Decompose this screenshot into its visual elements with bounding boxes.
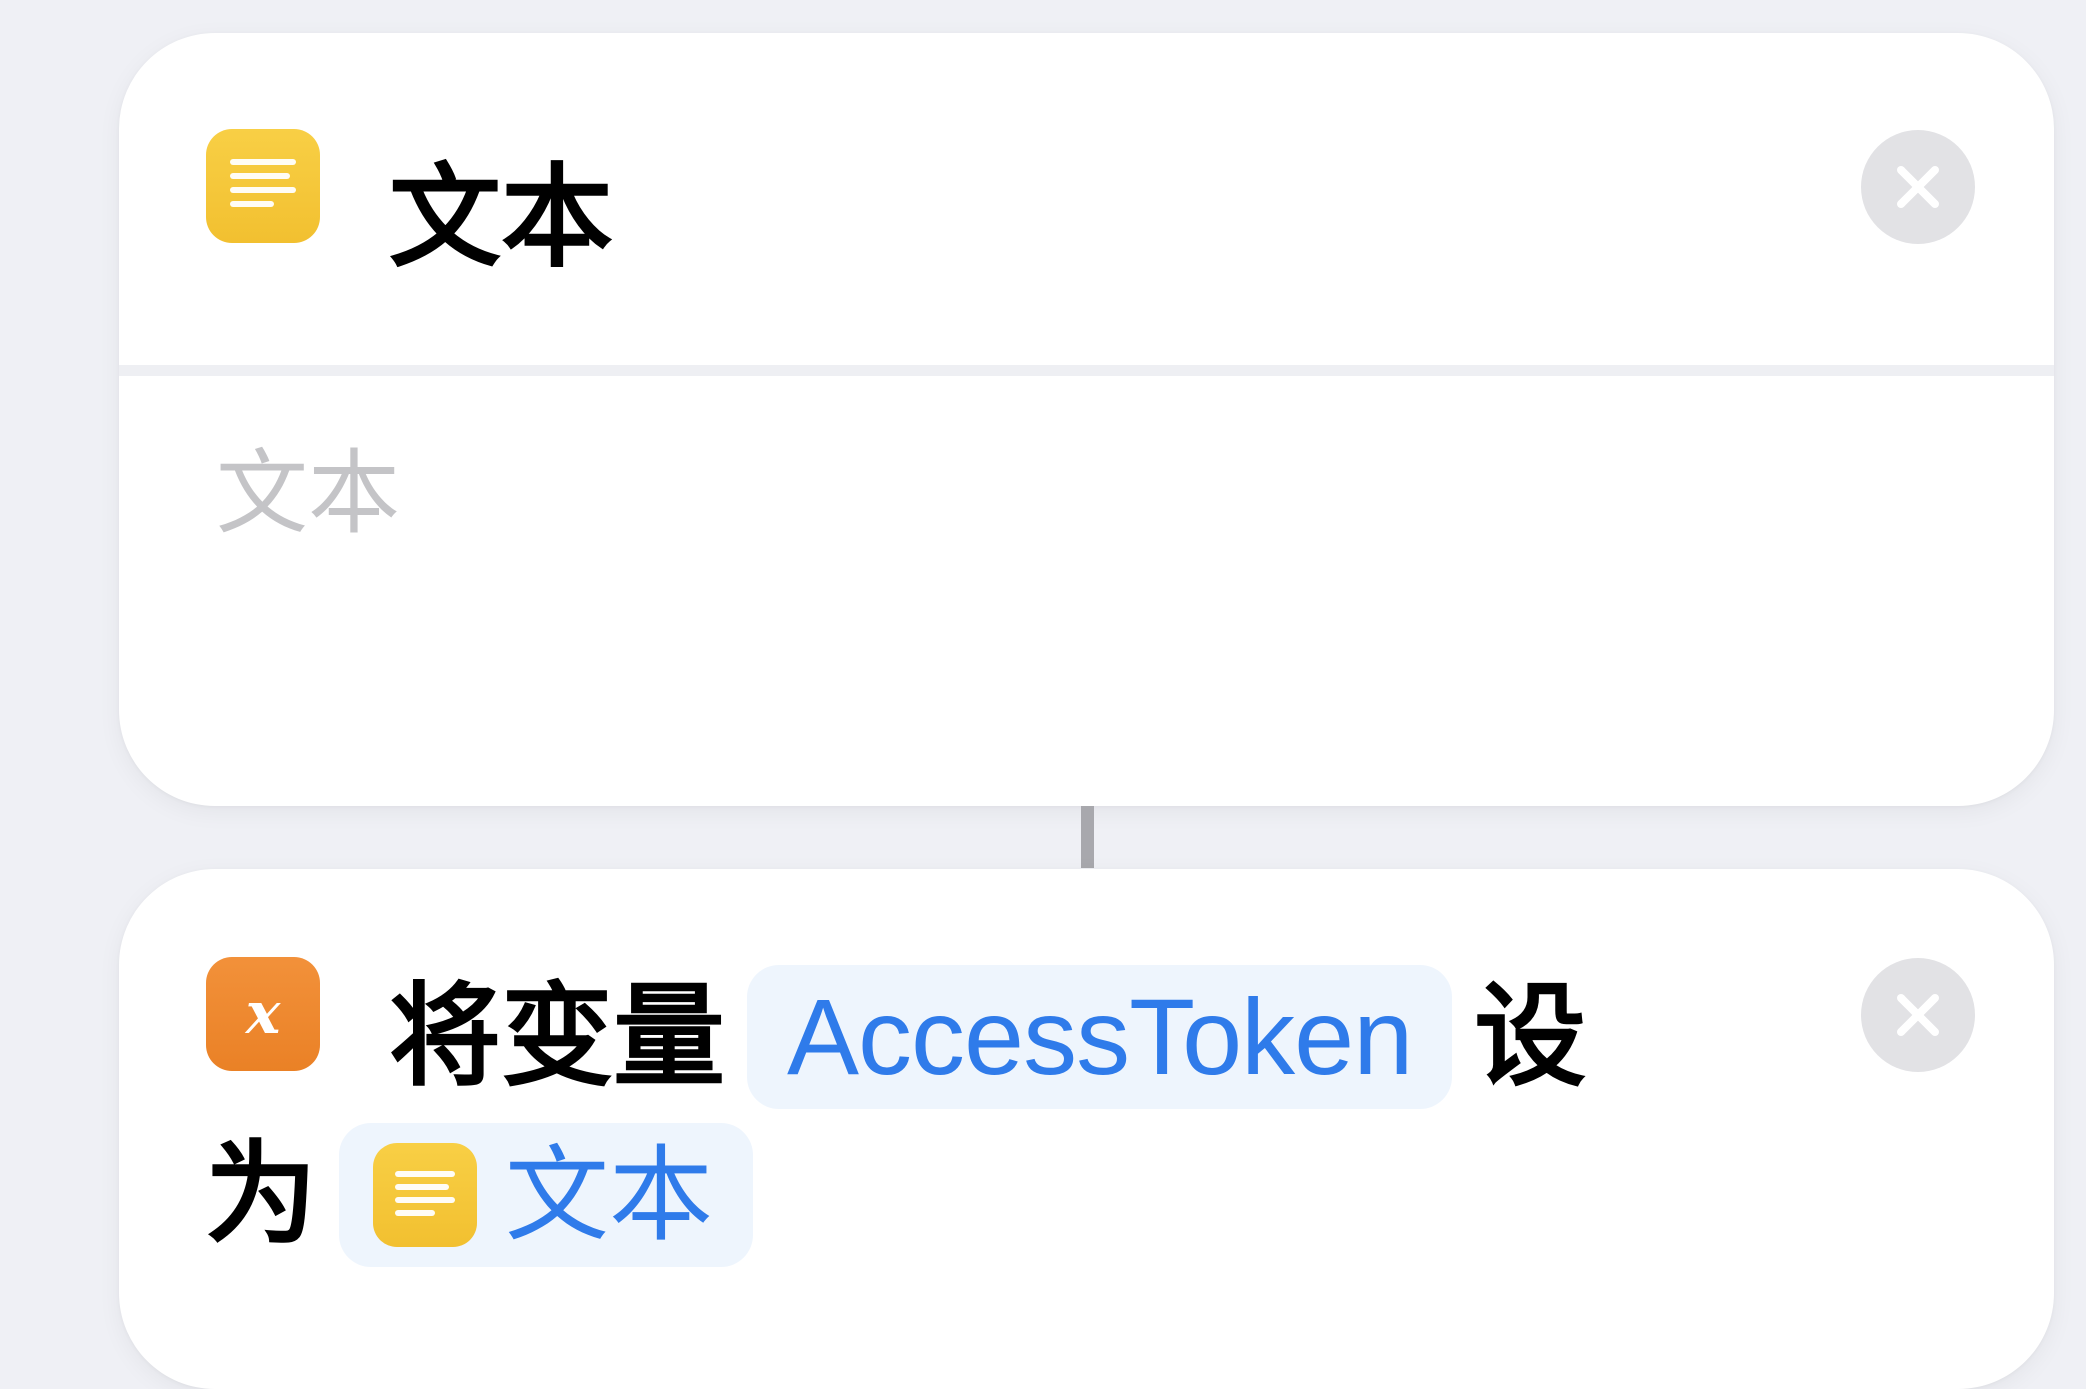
svg-text:x: x [244, 979, 282, 1047]
divider [119, 365, 2054, 376]
text-action-header: 文本 [119, 33, 2054, 365]
close-icon [1897, 994, 1939, 1036]
value-variable-token[interactable]: 文本 [339, 1123, 754, 1267]
value-variable-label: 文本 [505, 1134, 714, 1256]
set-variable-sentence-line1: 将变量 AccessToken 设 [389, 965, 1587, 1109]
set-variable-middle: 设 [1474, 972, 1587, 1102]
text-lines-icon [373, 1143, 477, 1247]
close-button[interactable] [1861, 130, 1975, 244]
action-title: 文本 [389, 153, 613, 283]
set-variable-action-card[interactable]: x 将变量 AccessToken 设 为 文本 [119, 869, 2054, 1389]
text-action-card[interactable]: 文本 文本 [119, 33, 2054, 806]
text-input-field[interactable]: 文本 [216, 443, 1916, 743]
action-connector [1081, 806, 1094, 868]
close-button[interactable] [1861, 958, 1975, 1072]
close-icon [1897, 166, 1939, 208]
set-variable-sentence-line2: 为 文本 [205, 1123, 775, 1267]
set-variable-middle2: 为 [205, 1130, 317, 1260]
variable-name-token[interactable]: AccessToken [747, 965, 1453, 1109]
text-lines-icon [206, 129, 320, 243]
set-variable-prefix: 将变量 [389, 972, 725, 1102]
text-input-placeholder: 文本 [216, 440, 401, 547]
variable-x-icon: x [206, 957, 320, 1071]
